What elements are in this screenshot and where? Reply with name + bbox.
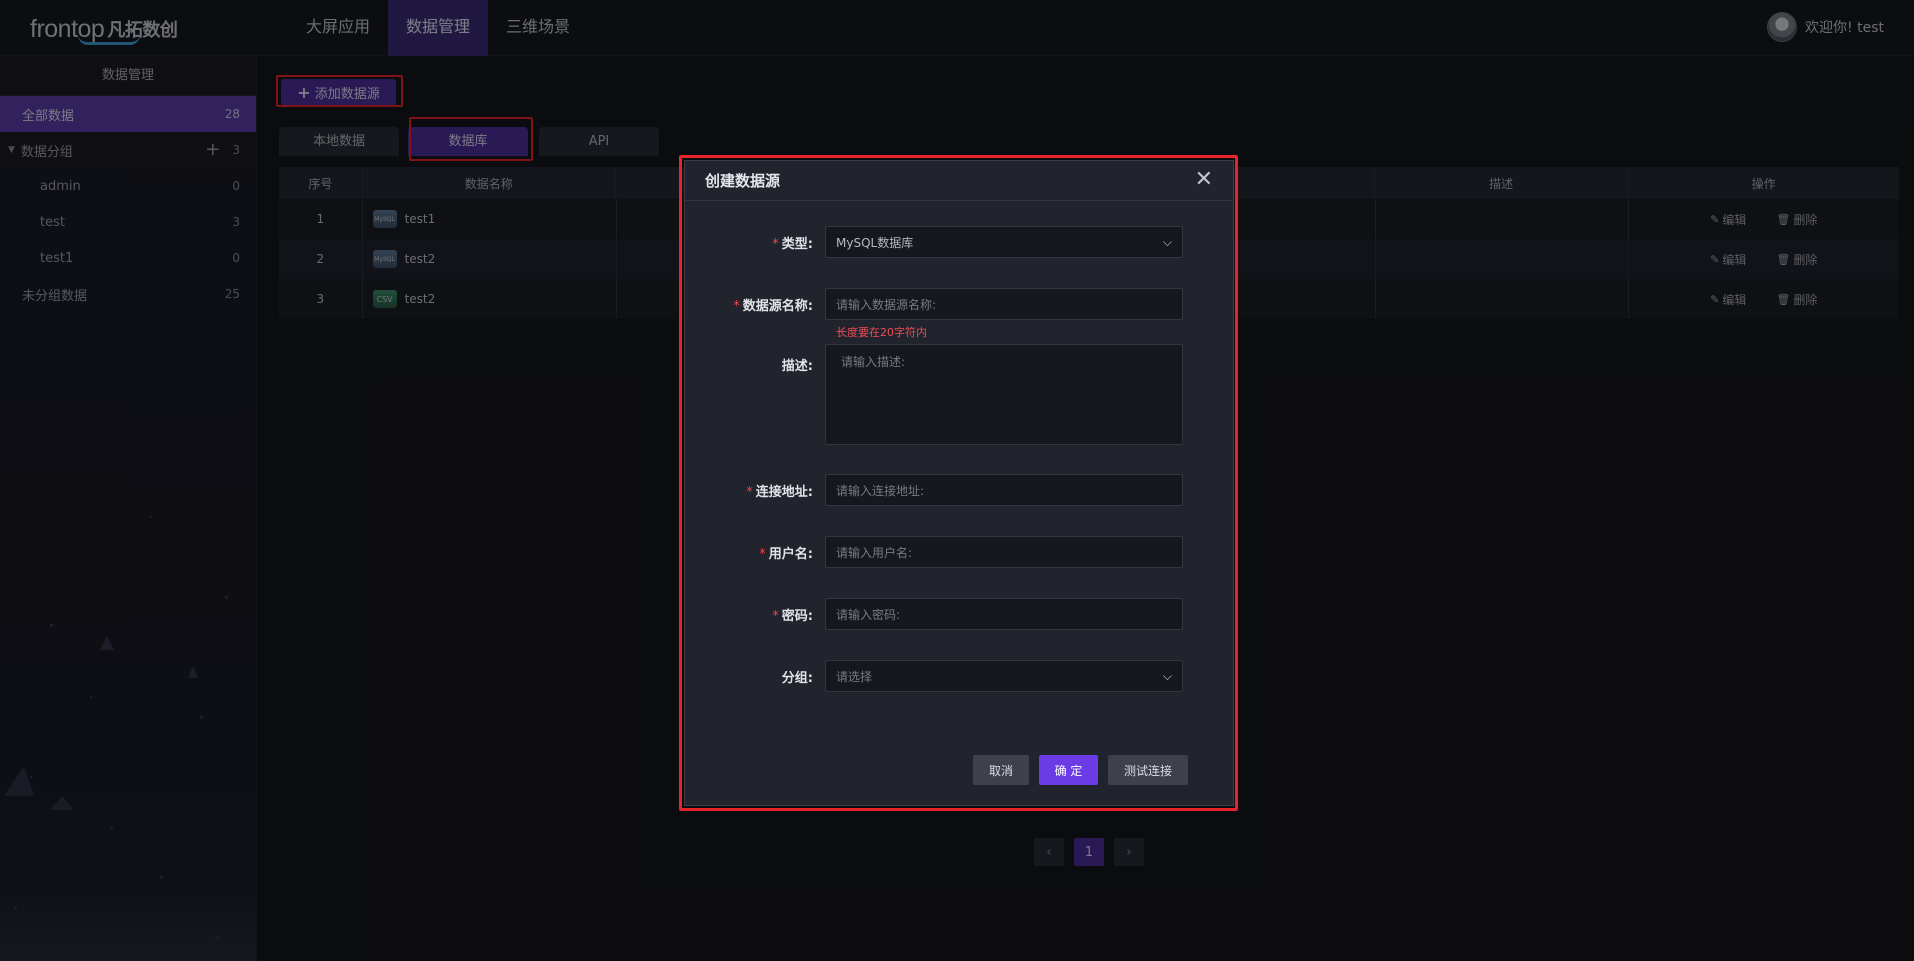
type-label: 类型: [781, 236, 813, 252]
dialog-header: 创建数据源 ✕ [685, 161, 1233, 201]
required-mark: * [772, 236, 779, 252]
username-input[interactable]: 请输入用户名: [825, 536, 1183, 568]
dialog-title: 创建数据源 [705, 172, 781, 190]
field-group: 分组: 请选择 ⌵ [685, 660, 1183, 692]
connection-url-input[interactable]: 请输入连接地址: [825, 474, 1183, 506]
field-password: * 密码: 请输入密码: [685, 598, 1183, 630]
group-select[interactable]: 请选择 ⌵ [825, 660, 1183, 692]
field-type: * 类型: MySQL数据库 ⌵ [685, 226, 1183, 258]
chevron-down-icon: ⌵ [1162, 234, 1172, 249]
data-source-name-input[interactable]: 请输入数据源名称: [825, 288, 1183, 320]
field-description: 描述: 请输入描述: [685, 344, 1183, 445]
type-select[interactable]: MySQL数据库 ⌵ [825, 226, 1183, 258]
description-textarea[interactable]: 请输入描述: [825, 344, 1183, 445]
field-label: * 密码: [685, 605, 825, 624]
field-label: * 数据源名称: [685, 295, 825, 314]
field-url: * 连接地址: 请输入连接地址: [685, 474, 1183, 506]
field-label: * 连接地址: [685, 481, 825, 500]
field-label: 描述: [685, 344, 825, 374]
password-input[interactable]: 请输入密码: [825, 598, 1183, 630]
test-connection-button[interactable]: 测试连接 [1108, 755, 1188, 785]
group-placeholder: 请选择 [836, 669, 873, 684]
confirm-button[interactable]: 确 定 [1039, 755, 1098, 785]
field-label: 分组: [685, 667, 825, 686]
required-mark: * [772, 608, 779, 624]
field-username: * 用户名: 请输入用户名: [685, 536, 1183, 568]
dialog-footer: 取消 确 定 测试连接 [973, 755, 1188, 785]
required-mark: * [733, 298, 740, 314]
chevron-down-icon: ⌵ [1162, 668, 1172, 683]
create-data-source-dialog: 创建数据源 ✕ * 类型: MySQL数据库 ⌵ * 数据源名称: 请输入数据源名称… [684, 160, 1234, 806]
name-label: 数据源名称: [742, 298, 813, 314]
field-name: * 数据源名称: 请输入数据源名称: [685, 288, 1183, 320]
required-mark: * [759, 546, 766, 562]
group-label: 分组: [781, 670, 813, 686]
username-label: 用户名: [768, 546, 813, 562]
name-error-message: 长度要在20字符内 [836, 326, 927, 339]
desc-label: 描述: [781, 359, 813, 374]
close-icon[interactable]: ✕ [1195, 167, 1213, 192]
field-label: * 类型: [685, 233, 825, 252]
type-value: MySQL数据库 [836, 235, 914, 250]
field-label: * 用户名: [685, 543, 825, 562]
url-label: 连接地址: [755, 484, 813, 500]
cancel-button[interactable]: 取消 [973, 755, 1029, 785]
required-mark: * [746, 484, 753, 500]
password-label: 密码: [781, 608, 813, 624]
